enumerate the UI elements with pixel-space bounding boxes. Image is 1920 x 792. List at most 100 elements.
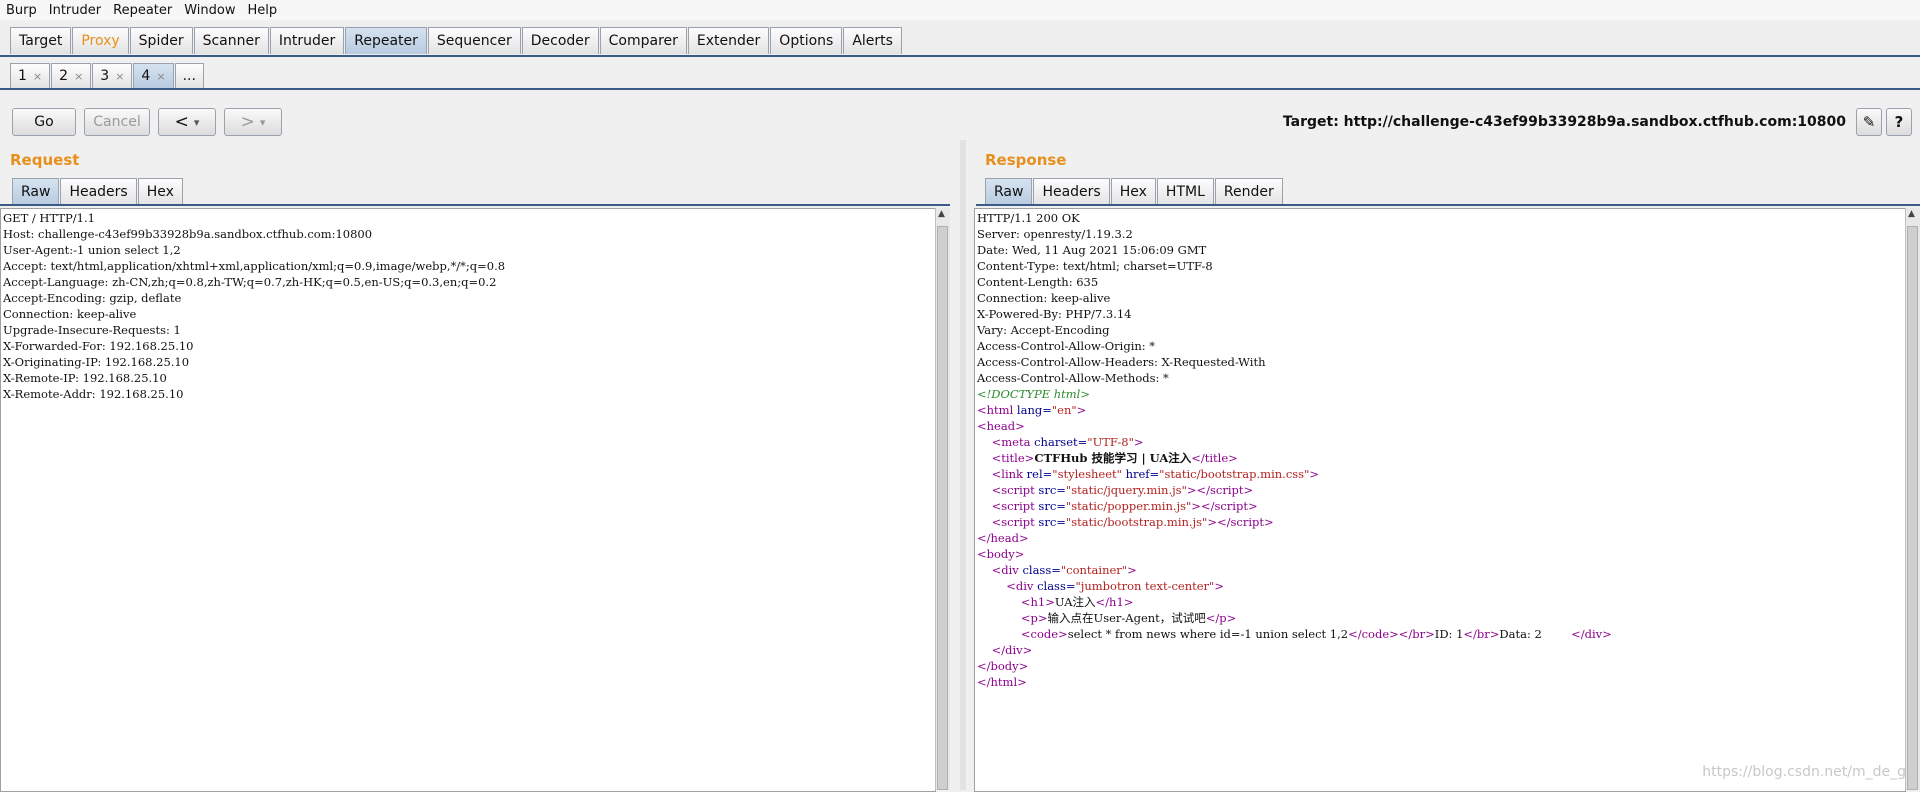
response-editor[interactable]: HTTP/1.1 200 OK Server: openresty/1.19.3.… bbox=[974, 208, 1906, 792]
response-scrollbar[interactable]: ▲ bbox=[1905, 208, 1920, 790]
response-tabs: Raw Headers Hex HTML Render bbox=[985, 178, 1284, 205]
repeater-tab[interactable]: 3 × bbox=[92, 63, 133, 88]
response-header-line: HTTP/1.1 200 OK bbox=[977, 211, 1080, 225]
response-body-line: </html> bbox=[977, 675, 1027, 689]
request-line: Connection: keep-alive bbox=[3, 307, 137, 321]
response-header-line: Vary: Accept-Encoding bbox=[977, 323, 1110, 337]
response-body-line: <link rel="stylesheet" href="static/boot… bbox=[991, 467, 1319, 481]
request-line: Accept: text/html,application/xhtml+xml,… bbox=[3, 259, 506, 273]
response-body-line: <div class="jumbotron text-center"> bbox=[1006, 579, 1224, 593]
repeater-tab[interactable]: ... bbox=[174, 63, 204, 88]
menu-item[interactable]: Help bbox=[242, 3, 284, 18]
menu-bar: Burp Intruder Repeater Window Help bbox=[0, 0, 1920, 20]
cancel-button[interactable]: Cancel bbox=[84, 108, 150, 136]
response-body-line: </body> bbox=[977, 659, 1029, 673]
response-tab-html[interactable]: HTML bbox=[1156, 178, 1214, 205]
response-body-line: <html lang="en"> bbox=[977, 403, 1087, 417]
response-body-line: <code>select * from news where id=-1 uni… bbox=[1020, 627, 1612, 641]
response-header-line: Access-Control-Allow-Methods: * bbox=[977, 371, 1169, 385]
response-tab-headers[interactable]: Headers bbox=[1033, 178, 1110, 205]
close-icon[interactable]: × bbox=[74, 70, 83, 83]
response-body-line: <script src="static/bootstrap.min.js"></… bbox=[991, 515, 1274, 529]
request-line: X-Forwarded-For: 192.168.25.10 bbox=[3, 339, 194, 353]
request-tab-hex[interactable]: Hex bbox=[137, 178, 183, 205]
go-button[interactable]: Go bbox=[12, 108, 76, 136]
close-icon[interactable]: × bbox=[33, 70, 42, 83]
request-tab-headers[interactable]: Headers bbox=[60, 178, 137, 205]
response-text[interactable]: HTTP/1.1 200 OK Server: openresty/1.19.3.… bbox=[977, 210, 1612, 690]
request-line: Accept-Language: zh-CN,zh;q=0.8,zh-TW;q=… bbox=[3, 275, 497, 289]
menu-item[interactable]: Burp bbox=[0, 3, 43, 18]
request-line: Host: challenge-c43ef99b33928b9a.sandbox… bbox=[3, 227, 373, 241]
request-tab-divider bbox=[0, 204, 950, 206]
scroll-up-arrow-icon[interactable]: ▲ bbox=[938, 209, 945, 219]
request-tabs: Raw Headers Hex bbox=[12, 178, 184, 205]
repeater-tab-label: 2 bbox=[59, 68, 69, 84]
tab-comparer[interactable]: Comparer bbox=[599, 27, 687, 54]
response-body-line: </head> bbox=[977, 531, 1029, 545]
response-body-line: <h1>UA注入</h1> bbox=[1020, 595, 1134, 609]
edit-target-icon[interactable]: ✎ bbox=[1856, 108, 1882, 136]
response-body-line: <div class="container"> bbox=[991, 563, 1137, 577]
response-header-line: Server: openresty/1.19.3.2 bbox=[977, 227, 1133, 241]
tab-proxy[interactable]: Proxy bbox=[72, 27, 129, 54]
forward-button[interactable]: > ▾ bbox=[224, 108, 282, 136]
response-body-line: </div> bbox=[991, 643, 1033, 657]
repeater-tab[interactable]: 2 × bbox=[51, 63, 92, 88]
response-body-line: <script src="static/popper.min.js"></scr… bbox=[991, 499, 1258, 513]
request-scrollbar[interactable]: ▲ bbox=[935, 208, 950, 790]
request-line: X-Remote-Addr: 192.168.25.10 bbox=[3, 387, 184, 401]
tab-alerts[interactable]: Alerts bbox=[843, 27, 902, 54]
watermark: https://blog.csdn.net/m_de_g bbox=[1702, 764, 1906, 780]
response-header-line: Content-Type: text/html; charset=UTF-8 bbox=[977, 259, 1213, 273]
response-body-line: <head> bbox=[977, 419, 1025, 433]
tab-intruder[interactable]: Intruder bbox=[269, 27, 345, 54]
help-icon[interactable]: ? bbox=[1886, 108, 1912, 136]
response-scroll-thumb[interactable] bbox=[1907, 226, 1918, 790]
tab-options[interactable]: Options bbox=[770, 27, 843, 54]
scroll-up-arrow-icon[interactable]: ▲ bbox=[1908, 209, 1915, 219]
response-header-line: X-Powered-By: PHP/7.3.14 bbox=[977, 307, 1132, 321]
back-button[interactable]: < ▾ bbox=[158, 108, 216, 136]
request-tab-raw[interactable]: Raw bbox=[12, 178, 60, 205]
close-icon[interactable]: × bbox=[115, 70, 124, 83]
tab-extender[interactable]: Extender bbox=[687, 27, 770, 54]
menu-item[interactable]: Intruder bbox=[43, 3, 107, 18]
request-line: User-Agent:-1 union select 1,2 bbox=[3, 243, 181, 257]
repeater-tab[interactable]: 1 × bbox=[10, 63, 51, 88]
tab-decoder[interactable]: Decoder bbox=[521, 27, 599, 54]
request-line: X-Remote-IP: 192.168.25.10 bbox=[3, 371, 167, 385]
main-tab-bar: Target Proxy Spider Scanner Intruder Repeater… bbox=[0, 23, 1920, 57]
request-editor[interactable]: GET / HTTP/1.1 Host: challenge-c43ef99b33… bbox=[0, 208, 936, 792]
response-header-line: Connection: keep-alive bbox=[977, 291, 1111, 305]
request-line: X-Originating-IP: 192.168.25.10 bbox=[3, 355, 190, 369]
menu-item[interactable]: Repeater bbox=[107, 3, 178, 18]
request-scroll-thumb[interactable] bbox=[937, 226, 948, 790]
pane-splitter[interactable] bbox=[960, 140, 966, 790]
back-dropdown-icon: ▾ bbox=[193, 115, 200, 129]
response-tab-hex[interactable]: Hex bbox=[1110, 178, 1156, 205]
repeater-tab-bar: 1 × 2 × 3 × 4 ×... bbox=[0, 60, 1920, 90]
repeater-tab[interactable]: 4 × bbox=[133, 63, 174, 88]
target-label[interactable]: Target: http://challenge-c43ef99b33928b9… bbox=[1283, 114, 1846, 130]
repeater-tab-label: 4 bbox=[141, 68, 151, 84]
response-header-line: Access-Control-Allow-Origin: * bbox=[977, 339, 1156, 353]
response-tab-divider bbox=[976, 204, 1920, 206]
tab-sequencer[interactable]: Sequencer bbox=[427, 27, 521, 54]
menu-item[interactable]: Window bbox=[178, 3, 241, 18]
response-body-line: <body> bbox=[977, 547, 1025, 561]
forward-arrow-icon: > bbox=[240, 112, 255, 132]
request-text[interactable]: GET / HTTP/1.1 Host: challenge-c43ef99b33… bbox=[3, 210, 505, 402]
tab-spider[interactable]: Spider bbox=[129, 27, 193, 54]
response-body-line: <script src="static/jquery.min.js"></scr… bbox=[991, 483, 1254, 497]
close-icon[interactable]: × bbox=[156, 70, 165, 83]
tab-target[interactable]: Target bbox=[10, 27, 72, 54]
response-tab-raw[interactable]: Raw bbox=[985, 178, 1033, 205]
response-tab-render[interactable]: Render bbox=[1214, 178, 1283, 205]
back-arrow-icon: < bbox=[174, 112, 189, 132]
repeater-tab-label: 3 bbox=[100, 68, 110, 84]
response-header-line: Access-Control-Allow-Headers: X-Requeste… bbox=[977, 355, 1266, 369]
tab-scanner[interactable]: Scanner bbox=[193, 27, 269, 54]
tab-repeater[interactable]: Repeater bbox=[345, 27, 427, 54]
repeater-tab-label: ... bbox=[182, 68, 196, 84]
